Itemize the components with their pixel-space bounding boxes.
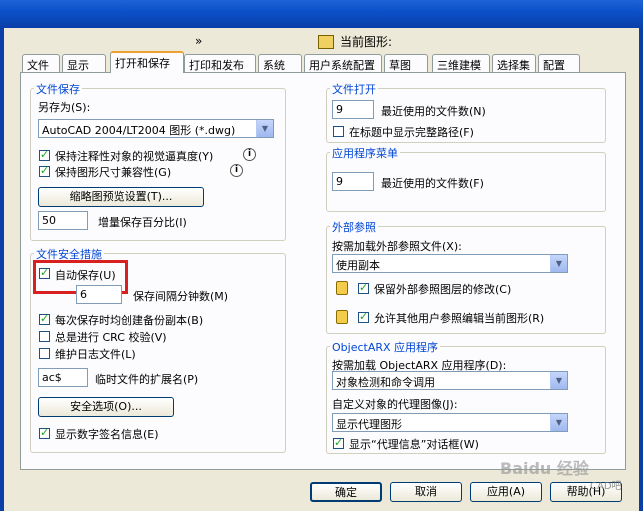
app-menu-title: 应用程序菜单 [330, 145, 400, 161]
log-file-checkbox[interactable] [39, 348, 50, 359]
thumbnail-settings-button[interactable]: 缩略图预览设置(T)... [38, 187, 204, 207]
chevron-icon[interactable]: » [195, 34, 202, 48]
watermark-sub: CAD吧 [590, 481, 622, 492]
tab-open-save[interactable]: 打开和保存 [110, 51, 184, 73]
proxy-image-value: 显示代理图形 [336, 418, 402, 431]
watermark: Baidu 经验 [500, 459, 589, 478]
tab-files[interactable]: 文件 [22, 54, 60, 72]
recent-files-input[interactable]: 9 [332, 100, 374, 119]
app-recent-files-label: 最近使用的文件数(F) [381, 177, 484, 190]
tab-3d-modeling[interactable]: 三维建模 [432, 54, 490, 72]
tab-system[interactable]: 系统 [258, 54, 302, 72]
backup-label: 每次保存时均创建备份副本(B) [55, 314, 204, 327]
crc-checkbox[interactable] [39, 331, 50, 342]
proxy-dialog-checkbox[interactable] [333, 436, 344, 449]
retain-xref-layer-label: 保留外部参照图层的修改(C) [374, 283, 512, 296]
drawing-setting-icon [336, 310, 348, 324]
full-path-checkbox[interactable] [333, 126, 344, 137]
tab-display[interactable]: 显示 [62, 54, 106, 72]
cancel-button[interactable]: 取消 [390, 482, 462, 502]
allow-xref-edit-checkbox[interactable] [358, 310, 369, 323]
objectarx-title: ObjectARX 应用程序 [330, 339, 441, 355]
keep-drawing-size-label: 保持图形尺寸兼容性(G) [55, 166, 172, 179]
chevron-down-icon[interactable]: ▼ [550, 255, 567, 272]
tab-user-preferences[interactable]: 用户系统配置 [304, 54, 382, 72]
file-open-title: 文件打开 [330, 81, 378, 97]
info-icon: i [243, 148, 256, 161]
file-save-title: 文件保存 [34, 81, 82, 97]
objectarx-demand-select[interactable]: 对象检测和命令调用 ▼ [332, 371, 568, 390]
xref-demand-value: 使用副本 [336, 259, 380, 272]
recent-files-label: 最近使用的文件数(N) [381, 105, 486, 118]
incremental-save-input[interactable]: 50 [38, 211, 88, 230]
proxy-image-select[interactable]: 显示代理图形 ▼ [332, 413, 568, 432]
retain-xref-layer-checkbox[interactable] [358, 281, 369, 294]
drawing-setting-icon [336, 281, 348, 295]
crc-label: 总是进行 CRC 校验(V) [55, 331, 167, 344]
autosave-interval-input[interactable]: 6 [76, 285, 122, 304]
allow-xref-edit-label: 允许其他用户参照编辑当前图形(R) [374, 312, 545, 325]
save-as-label: 另存为(S): [38, 101, 91, 114]
save-as-value: AutoCAD 2004/LT2004 图形 (*.dwg) [42, 124, 236, 137]
xref-demand-label: 按需加载外部参照文件(X): [332, 240, 462, 253]
log-file-label: 维护日志文件(L) [55, 348, 136, 361]
tab-plot-publish[interactable]: 打印和发布 [184, 54, 256, 72]
digital-signature-checkbox[interactable] [39, 426, 50, 439]
temp-extension-input[interactable]: ac$ [38, 368, 88, 387]
xref-demand-select[interactable]: 使用副本 ▼ [332, 254, 568, 273]
keep-visual-fidelity-checkbox[interactable] [39, 148, 50, 161]
window-titlebar [0, 0, 643, 28]
objectarx-demand-value: 对象检测和命令调用 [336, 376, 435, 389]
chevron-down-icon[interactable]: ▼ [256, 120, 273, 137]
chevron-down-icon[interactable]: ▼ [550, 372, 567, 389]
tab-drafting[interactable]: 草图 [384, 54, 428, 72]
keep-visual-fidelity-label: 保持注释性对象的视觉逼真度(Y) [55, 150, 214, 163]
keep-drawing-size-checkbox[interactable] [39, 164, 50, 177]
save-as-select[interactable]: AutoCAD 2004/LT2004 图形 (*.dwg) ▼ [38, 119, 274, 138]
info-icon: i [230, 164, 243, 177]
digital-signature-label: 显示数字签名信息(E) [55, 428, 159, 441]
app-recent-files-input[interactable]: 9 [332, 172, 374, 191]
ok-button[interactable]: 确定 [310, 482, 382, 502]
backup-checkbox[interactable] [39, 312, 50, 325]
tab-selection[interactable]: 选择集 [492, 54, 536, 72]
drawing-file-icon [318, 35, 334, 49]
proxy-dialog-label: 显示“代理信息”对话框(W) [349, 438, 479, 451]
security-options-button[interactable]: 安全选项(O)... [38, 397, 174, 417]
temp-extension-label: 临时文件的扩展名(P) [95, 373, 199, 386]
apply-button[interactable]: 应用(A) [470, 482, 542, 502]
full-path-label: 在标题中显示完整路径(F) [349, 126, 474, 139]
current-drawing-label: 当前图形: [340, 35, 393, 49]
proxy-image-label: 自定义对象的代理图像(J): [332, 398, 458, 411]
xref-title: 外部参照 [330, 219, 378, 235]
chevron-down-icon[interactable]: ▼ [550, 414, 567, 431]
incremental-save-label: 增量保存百分比(I) [98, 216, 187, 229]
tab-profiles[interactable]: 配置 [538, 54, 580, 72]
autosave-interval-label: 保存间隔分钟数(M) [133, 290, 229, 303]
